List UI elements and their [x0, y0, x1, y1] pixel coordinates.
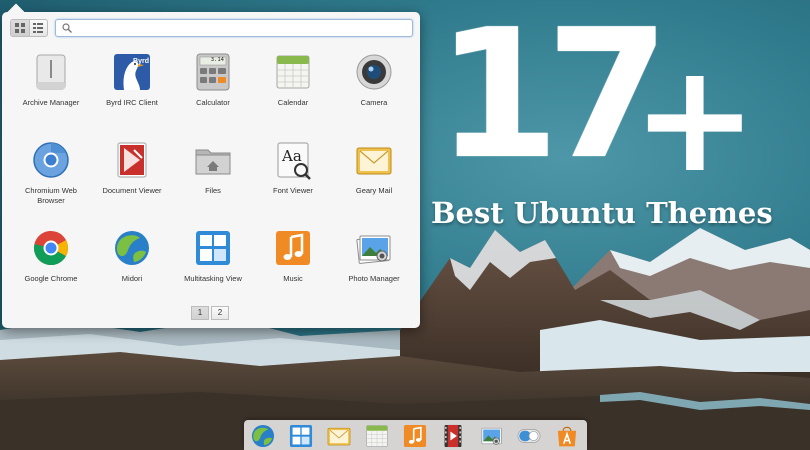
chromium-icon [33, 142, 69, 178]
applications-menu: Archive Manager Byrd Byrd IRC Client 3.1… [2, 3, 420, 328]
search-field[interactable] [55, 19, 413, 37]
app-files[interactable]: Files [173, 140, 253, 196]
headline-subtitle: Best Ubuntu Themes [431, 196, 773, 230]
app-chromium[interactable]: Chromium Web Browser [11, 140, 91, 206]
dock-item-app-center[interactable] [554, 423, 580, 449]
midori-icon [115, 231, 149, 265]
category-view-button[interactable] [28, 20, 48, 36]
multitasking-view-icon [196, 231, 230, 265]
app-label: Calculator [196, 98, 230, 107]
calendar-icon [276, 55, 310, 89]
calculator-display-value: 3.14 [210, 57, 224, 63]
app-calendar[interactable]: Calendar [253, 52, 333, 108]
dock-item-calendar[interactable] [364, 423, 390, 449]
google-chrome-icon [34, 231, 68, 266]
document-viewer-icon [117, 142, 147, 178]
app-google-chrome[interactable]: Google Chrome [11, 228, 91, 284]
app-calculator[interactable]: 3.14 Calculator [173, 52, 253, 108]
app-document-viewer[interactable]: Document Viewer [92, 140, 172, 196]
app-label: Byrd IRC Client [106, 98, 158, 107]
app-label: Archive Manager [22, 98, 80, 107]
grid-view-button[interactable] [11, 20, 29, 36]
music-icon [276, 231, 310, 265]
app-label: Chromium Web Browser [25, 186, 77, 205]
headline-number: 17 [436, 0, 670, 198]
search-input[interactable] [76, 20, 406, 36]
app-font-viewer[interactable]: Aa Font Viewer [253, 140, 333, 196]
app-label: Midori [121, 274, 143, 283]
app-geary-mail[interactable]: Geary Mail [334, 140, 414, 196]
app-label: Google Chrome [24, 274, 78, 283]
app-label: Document Viewer [102, 186, 162, 195]
app-label: Music [283, 274, 303, 283]
font-sample-text: Aa [282, 147, 302, 165]
dock-item-midori[interactable] [250, 423, 276, 449]
photo-manager-icon [481, 427, 502, 445]
app-label: Font Viewer [273, 186, 313, 195]
app-center-icon [557, 426, 577, 447]
app-camera[interactable]: Camera [334, 52, 414, 108]
files-icon [195, 149, 231, 175]
page-button[interactable]: 1 [191, 306, 209, 320]
search-icon [62, 23, 72, 33]
music-icon [403, 424, 427, 448]
geary-mail-icon [356, 147, 392, 175]
app-label: Photo Manager [348, 274, 400, 283]
headline-plus: + [632, 32, 758, 206]
dock-item-photo-manager[interactable] [478, 423, 504, 449]
dock-item-music[interactable] [402, 423, 428, 449]
app-label: Calendar [277, 98, 309, 107]
settings-toggle-icon [517, 429, 541, 443]
app-midori[interactable]: Midori [92, 228, 172, 284]
archive-manager-icon [36, 54, 66, 90]
app-label: Multitasking View [184, 274, 242, 283]
app-multitasking-view[interactable]: Multitasking View [173, 228, 253, 284]
videos-icon [444, 424, 462, 448]
camera-icon [356, 54, 392, 90]
app-byrd-irc[interactable]: Byrd Byrd IRC Client [92, 52, 172, 108]
dock-item-videos[interactable] [440, 423, 466, 449]
app-label: Camera [360, 98, 388, 107]
app-archive-manager[interactable]: Archive Manager [11, 52, 91, 108]
page-switcher: 1 2 [191, 306, 229, 320]
calendar-icon [366, 425, 388, 447]
app-label: Files [205, 186, 221, 195]
dock-item-settings[interactable] [516, 423, 542, 449]
midori-icon [251, 424, 275, 448]
photo-manager-icon [356, 235, 391, 264]
grid-view-icon [14, 23, 25, 33]
dock-item-multitasking-view[interactable] [288, 423, 314, 449]
geary-mail-icon [327, 427, 351, 446]
app-music[interactable]: Music [253, 228, 333, 284]
dock [244, 420, 587, 450]
list-view-icon [33, 23, 44, 33]
byrd-badge-text: Byrd [133, 58, 149, 65]
multitasking-view-icon [289, 424, 313, 448]
page-button[interactable]: 2 [211, 306, 229, 320]
app-photo-manager[interactable]: Photo Manager [334, 228, 414, 284]
dock-item-geary-mail[interactable] [326, 423, 352, 449]
view-mode-toggle [10, 19, 48, 37]
app-label: Geary Mail [355, 186, 393, 195]
